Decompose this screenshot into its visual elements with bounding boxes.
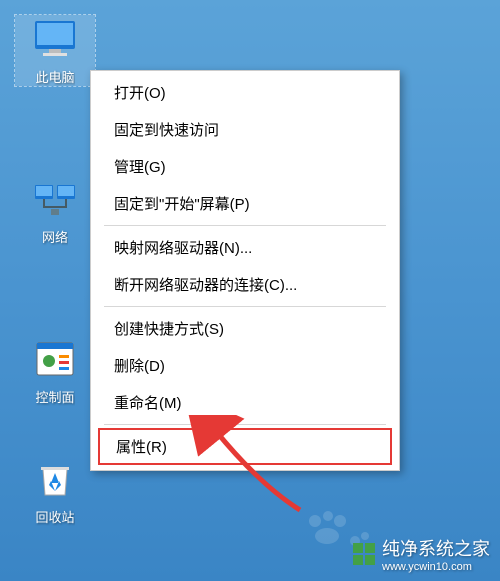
menu-item-delete[interactable]: 删除(D): [94, 347, 396, 384]
icon-label: 网络: [42, 227, 68, 246]
icon-label: 回收站: [35, 507, 74, 526]
menu-item-manage[interactable]: 管理(G): [94, 148, 396, 185]
menu-separator: [104, 306, 386, 307]
menu-item-pin-start[interactable]: 固定到"开始"屏幕(P): [94, 185, 396, 222]
desktop-icon-network[interactable]: 网络: [15, 175, 95, 246]
desktop-icon-this-pc[interactable]: 此电脑: [15, 15, 95, 86]
menu-item-open[interactable]: 打开(O): [94, 74, 396, 111]
watermark-url: www.ycwin10.com: [382, 561, 490, 573]
pc-monitor-icon: [31, 15, 79, 63]
icon-label: 控制面: [35, 387, 74, 406]
recycle-bin-icon: [31, 455, 79, 503]
menu-item-pin-quick-access[interactable]: 固定到快速访问: [94, 111, 396, 148]
menu-separator: [104, 424, 386, 425]
context-menu: 打开(O) 固定到快速访问 管理(G) 固定到"开始"屏幕(P) 映射网络驱动器…: [90, 70, 400, 471]
menu-item-properties[interactable]: 属性(R): [98, 428, 392, 465]
menu-item-map-drive[interactable]: 映射网络驱动器(N)...: [94, 229, 396, 266]
desktop-icon-recycle-bin[interactable]: 回收站: [15, 455, 95, 526]
menu-separator: [104, 225, 386, 226]
desktop-icon-control-panel[interactable]: 控制面: [15, 335, 95, 406]
watermark-text: 纯净系统之家: [382, 535, 490, 561]
watermark: 纯净系统之家 www.ycwin10.com: [352, 535, 490, 573]
menu-item-rename[interactable]: 重命名(M): [94, 384, 396, 421]
menu-item-disconnect-drive[interactable]: 断开网络驱动器的连接(C)...: [94, 266, 396, 303]
windows-logo-icon: [352, 542, 376, 566]
control-panel-icon: [31, 335, 79, 383]
icon-label: 此电脑: [35, 67, 74, 86]
menu-item-create-shortcut[interactable]: 创建快捷方式(S): [94, 310, 396, 347]
network-icon: [31, 175, 79, 223]
